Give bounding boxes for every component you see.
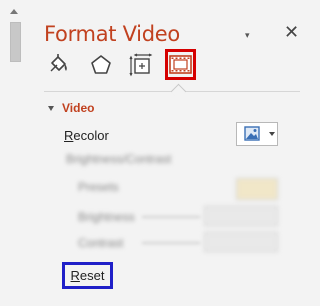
brightness-spinner [204,206,278,226]
contrast-slider-track [142,242,200,244]
paint-bucket-icon [50,54,67,72]
size-properties-icon [129,53,153,77]
scroll-up-arrow-icon[interactable] [10,9,18,14]
recolor-label-rest: ecolor [73,128,109,143]
pane-options-caret-icon[interactable]: ▾ [245,30,250,41]
video-section-header[interactable]: Video [48,101,94,115]
collapse-arrow-icon [48,105,54,111]
close-pane-button[interactable]: ✕ [284,22,299,43]
pentagon-icon [91,55,111,74]
tab-size-properties[interactable] [126,50,156,80]
selected-tab-pointer [170,83,187,100]
pane-title: Format Video [44,22,180,46]
vertical-scrollbar[interactable] [0,0,30,306]
format-video-pane: Format Video ▾ ✕ Video Recolor Brightnes… [30,0,314,306]
film-strip-icon [169,55,192,74]
chevron-down-icon [269,132,275,136]
scroll-thumb[interactable] [10,22,21,62]
reset-button[interactable]: Reset [62,262,113,289]
tab-fill-line[interactable] [44,50,74,80]
contrast-label: Contrast [78,236,124,250]
tab-video[interactable] [165,49,196,80]
presets-label: Presets [78,180,119,194]
reset-label-accesskey: R [70,268,80,283]
recolor-label-accesskey: R [64,128,74,143]
reset-label-rest: eset [79,268,105,283]
video-section-label: Video [62,101,95,115]
recolor-label: Recolor [64,128,109,143]
brightness-contrast-label: Brightness/Contrast [66,152,172,166]
brightness-label: Brightness [78,210,135,224]
brightness-slider-track [142,216,200,218]
presets-dropdown [236,178,278,200]
tab-effects[interactable] [86,50,116,80]
recolor-dropdown[interactable] [236,122,278,146]
contrast-spinner [204,232,278,252]
picture-icon [244,126,260,141]
